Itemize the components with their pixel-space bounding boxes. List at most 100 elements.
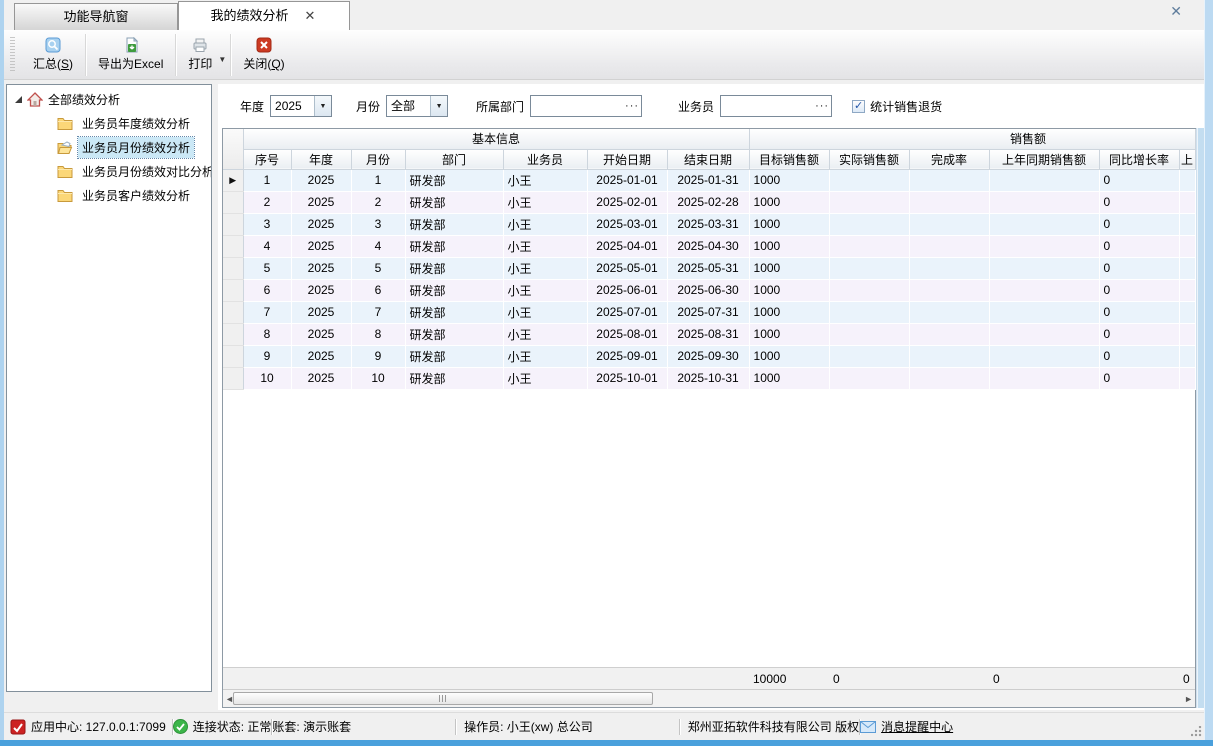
- ellipsis-lookup-icon[interactable]: ···: [623, 96, 641, 116]
- column-header-8[interactable]: 实际销售额: [829, 149, 909, 169]
- row-header[interactable]: [223, 301, 243, 323]
- vertical-scrollbar[interactable]: [1196, 128, 1204, 708]
- group-header-sales: 销售额: [749, 129, 1195, 149]
- column-header-5[interactable]: 开始日期: [587, 149, 667, 169]
- cell: 0: [1099, 191, 1179, 213]
- horizontal-scrollbar-thumb[interactable]: [233, 692, 653, 705]
- ellipsis-lookup-icon[interactable]: ···: [813, 96, 831, 116]
- cell: [989, 345, 1099, 367]
- print-button[interactable]: 打印: [176, 33, 224, 76]
- row-header[interactable]: [223, 345, 243, 367]
- cell: [1179, 235, 1195, 257]
- cell: [1179, 367, 1195, 389]
- cell: [909, 301, 989, 323]
- toolbar-drag-grip[interactable]: [10, 37, 15, 73]
- tab-my-performance-label: 我的绩效分析: [211, 2, 289, 30]
- cell: [829, 213, 909, 235]
- excel-export-icon: [123, 37, 139, 53]
- window-close-icon[interactable]: ✕: [1170, 4, 1182, 18]
- cell: 10: [351, 367, 405, 389]
- print-dropdown-arrow[interactable]: ▼: [218, 45, 226, 64]
- month-select[interactable]: 全部 ▼: [386, 95, 448, 117]
- export-excel-button[interactable]: 导出为Excel: [86, 33, 175, 76]
- table-row[interactable]: 720257研发部小王2025-07-012025-07-3110000: [223, 301, 1195, 323]
- row-header[interactable]: [223, 235, 243, 257]
- table-row[interactable]: 920259研发部小王2025-09-012025-09-3010000: [223, 345, 1195, 367]
- cell: 2025: [291, 367, 351, 389]
- performance-grid: 基本信息销售额序号年度月份部门业务员开始日期结束日期目标销售额实际销售额完成率上…: [222, 128, 1196, 708]
- column-header-12[interactable]: 上: [1179, 149, 1195, 169]
- table-row[interactable]: 620256研发部小王2025-06-012025-06-3010000: [223, 279, 1195, 301]
- cell: 2025-01-31: [667, 169, 749, 191]
- summary-cell: [909, 668, 989, 689]
- chevron-down-icon[interactable]: ▼: [430, 96, 447, 116]
- tree-items: 业务员年度绩效分析 业务员月份绩效分析 业务员月份绩效对比分析 业务员客户绩效分…: [7, 111, 211, 207]
- tab-function-nav[interactable]: 功能导航窗: [14, 3, 178, 30]
- message-center-link[interactable]: 消息提醒中心: [860, 718, 953, 735]
- row-header[interactable]: [223, 323, 243, 345]
- row-header[interactable]: ▶: [223, 169, 243, 191]
- column-header-3[interactable]: 部门: [405, 149, 503, 169]
- table-row[interactable]: 520255研发部小王2025-05-012025-05-3110000: [223, 257, 1195, 279]
- returns-checkbox[interactable]: ✓: [852, 100, 865, 113]
- row-header[interactable]: [223, 257, 243, 279]
- table-row[interactable]: 820258研发部小王2025-08-012025-08-3110000: [223, 323, 1195, 345]
- summary-button[interactable]: 汇总(S): [21, 33, 85, 76]
- cell: [989, 235, 1099, 257]
- cell: 10: [243, 367, 291, 389]
- row-header[interactable]: [223, 213, 243, 235]
- chevron-down-icon[interactable]: ▼: [314, 96, 331, 116]
- cell: 1000: [749, 301, 829, 323]
- table-row[interactable]: 10202510研发部小王2025-10-012025-10-3110000: [223, 367, 1195, 389]
- cell: 研发部: [405, 191, 503, 213]
- tree-item-2[interactable]: 业务员月份绩效对比分析: [7, 159, 211, 183]
- window-frame-left: [0, 0, 4, 740]
- table-row[interactable]: 320253研发部小王2025-03-012025-03-3110000: [223, 213, 1195, 235]
- tree-item-3[interactable]: 业务员客户绩效分析: [7, 183, 211, 207]
- department-input[interactable]: [531, 96, 623, 116]
- tree-root-item[interactable]: 全部绩效分析: [7, 87, 211, 111]
- grid-table[interactable]: 基本信息销售额序号年度月份部门业务员开始日期结束日期目标销售额实际销售额完成率上…: [223, 129, 1196, 390]
- table-row[interactable]: ▶120251研发部小王2025-01-012025-01-3110000: [223, 169, 1195, 191]
- open-folder-icon: [57, 140, 73, 154]
- table-row[interactable]: 220252研发部小王2025-02-012025-02-2810000: [223, 191, 1195, 213]
- cell: 2025: [291, 235, 351, 257]
- row-header[interactable]: [223, 279, 243, 301]
- tree-item-0[interactable]: 业务员年度绩效分析: [7, 111, 211, 135]
- cell: [989, 323, 1099, 345]
- row-header[interactable]: [223, 367, 243, 389]
- cell: 2025: [291, 169, 351, 191]
- column-header-6[interactable]: 结束日期: [667, 149, 749, 169]
- resize-grip[interactable]: [1191, 726, 1202, 737]
- summary-cell: [291, 668, 351, 689]
- column-header-4[interactable]: 业务员: [503, 149, 587, 169]
- horizontal-scrollbar[interactable]: ◄ ►: [223, 689, 1195, 707]
- cell: [1179, 213, 1195, 235]
- scroll-right-icon[interactable]: ►: [1184, 693, 1193, 705]
- table-row[interactable]: 420254研发部小王2025-04-012025-04-3010000: [223, 235, 1195, 257]
- year-select[interactable]: 2025 ▼: [270, 95, 332, 117]
- copyright-status: 郑州亚拓软件科技有限公司 版权: [688, 718, 859, 735]
- column-header-11[interactable]: 同比增长率: [1099, 149, 1179, 169]
- cell: 9: [351, 345, 405, 367]
- salesman-input[interactable]: [721, 96, 813, 116]
- column-header-1[interactable]: 年度: [291, 149, 351, 169]
- close-button[interactable]: 关闭(Q): [231, 33, 296, 76]
- tab-close-icon[interactable]: ✕: [303, 2, 318, 30]
- cell: [829, 367, 909, 389]
- column-header-2[interactable]: 月份: [351, 149, 405, 169]
- column-header-9[interactable]: 完成率: [909, 149, 989, 169]
- tab-strip: 功能导航窗 我的绩效分析 ✕ ✕: [4, 0, 1204, 30]
- cell: 2025-02-28: [667, 191, 749, 213]
- tab-my-performance[interactable]: 我的绩效分析 ✕: [178, 1, 350, 30]
- tree-expander-icon[interactable]: [15, 96, 22, 103]
- cell: 2025-08-31: [667, 323, 749, 345]
- cell: 1: [351, 169, 405, 191]
- tree-item-1[interactable]: 业务员月份绩效分析: [7, 135, 211, 159]
- column-header-0[interactable]: 序号: [243, 149, 291, 169]
- row-header[interactable]: [223, 191, 243, 213]
- column-header-7[interactable]: 目标销售额: [749, 149, 829, 169]
- column-header-10[interactable]: 上年同期销售额: [989, 149, 1099, 169]
- cell: [1179, 345, 1195, 367]
- cell: [909, 367, 989, 389]
